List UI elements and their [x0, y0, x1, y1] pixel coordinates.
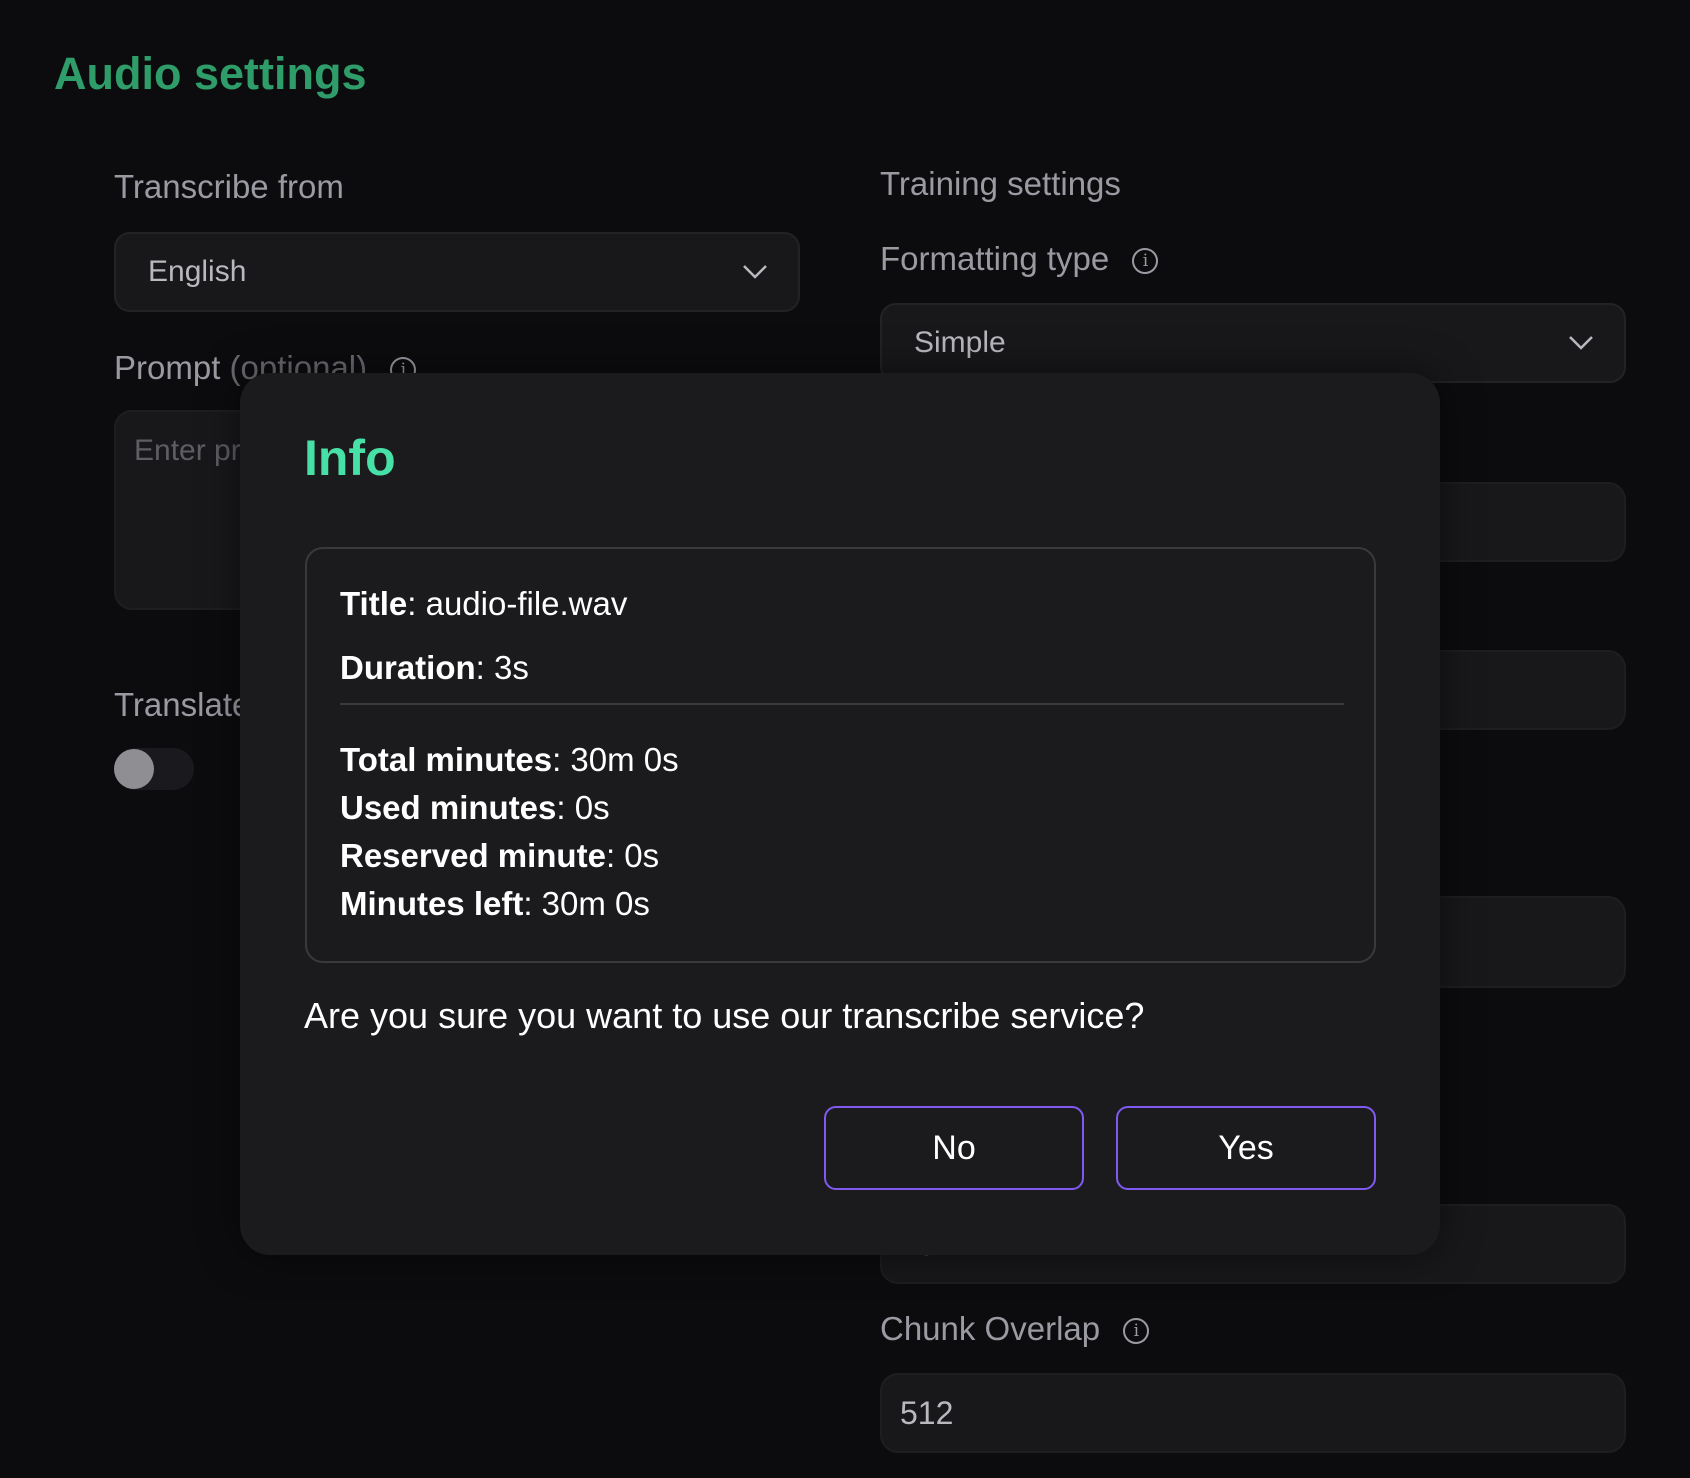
- info-row-reserved: Reserved minute: 0s: [340, 837, 659, 875]
- confirm-question: Are you sure you want to use our transcr…: [304, 995, 1145, 1036]
- transcribe-from-label: Transcribe from: [114, 168, 344, 205]
- chunk-overlap-value: 512: [900, 1394, 954, 1431]
- no-button[interactable]: No: [824, 1106, 1084, 1190]
- info-box: Title: audio-file.wav Duration: 3s Total…: [305, 547, 1376, 963]
- info-icon[interactable]: i: [1132, 248, 1159, 275]
- chevron-down-icon: [1569, 336, 1593, 350]
- translate-label: Translate: [114, 686, 251, 723]
- info-row-total: Total minutes: 30m 0s: [340, 741, 679, 779]
- info-key-used: Used minutes: [340, 789, 557, 826]
- info-divider: [340, 703, 1344, 705]
- formatting-type-select[interactable]: Simple: [880, 303, 1626, 383]
- info-key-left: Minutes left: [340, 885, 524, 922]
- info-row-duration: Duration: 3s: [340, 649, 529, 687]
- language-select-value: English: [148, 255, 247, 288]
- chunk-overlap-text: Chunk Overlap: [880, 1310, 1101, 1347]
- formatting-type-text: Formatting type: [880, 240, 1110, 277]
- chevron-down-icon: [743, 265, 767, 279]
- info-row-used: Used minutes: 0s: [340, 789, 610, 827]
- formatting-type-label: Formatting type i: [880, 240, 1159, 278]
- info-val-total: : 30m 0s: [552, 741, 679, 778]
- chunk-overlap-field[interactable]: 512: [880, 1373, 1626, 1453]
- info-row-left: Minutes left: 30m 0s: [340, 885, 650, 923]
- info-icon[interactable]: i: [1123, 1318, 1150, 1345]
- chunk-overlap-label: Chunk Overlap i: [880, 1310, 1150, 1348]
- info-key-title: Title: [340, 585, 408, 622]
- info-key-reserved: Reserved minute: [340, 837, 606, 874]
- translate-toggle[interactable]: [114, 748, 194, 790]
- info-key-total: Total minutes: [340, 741, 553, 778]
- info-modal: Info Title: audio-file.wav Duration: 3s …: [240, 373, 1440, 1255]
- modal-title: Info: [304, 430, 396, 486]
- language-select[interactable]: English: [114, 232, 800, 312]
- info-val-title: : audio-file.wav: [407, 585, 628, 622]
- page-title: Audio settings: [54, 48, 367, 99]
- info-val-left: : 30m 0s: [523, 885, 650, 922]
- info-row-title: Title: audio-file.wav: [340, 585, 627, 623]
- info-key-duration: Duration: [340, 649, 476, 686]
- info-val-reserved: : 0s: [605, 837, 660, 874]
- info-val-duration: : 3s: [475, 649, 529, 686]
- formatting-select-value: Simple: [914, 326, 1006, 359]
- audio-settings-page: Audio settings Transcribe from English P…: [0, 0, 1690, 1478]
- info-val-used: : 0s: [556, 789, 610, 826]
- prompt-label-text: Prompt: [114, 349, 221, 386]
- toggle-knob: [114, 749, 154, 789]
- training-settings-title: Training settings: [880, 165, 1121, 202]
- yes-button[interactable]: Yes: [1116, 1106, 1376, 1190]
